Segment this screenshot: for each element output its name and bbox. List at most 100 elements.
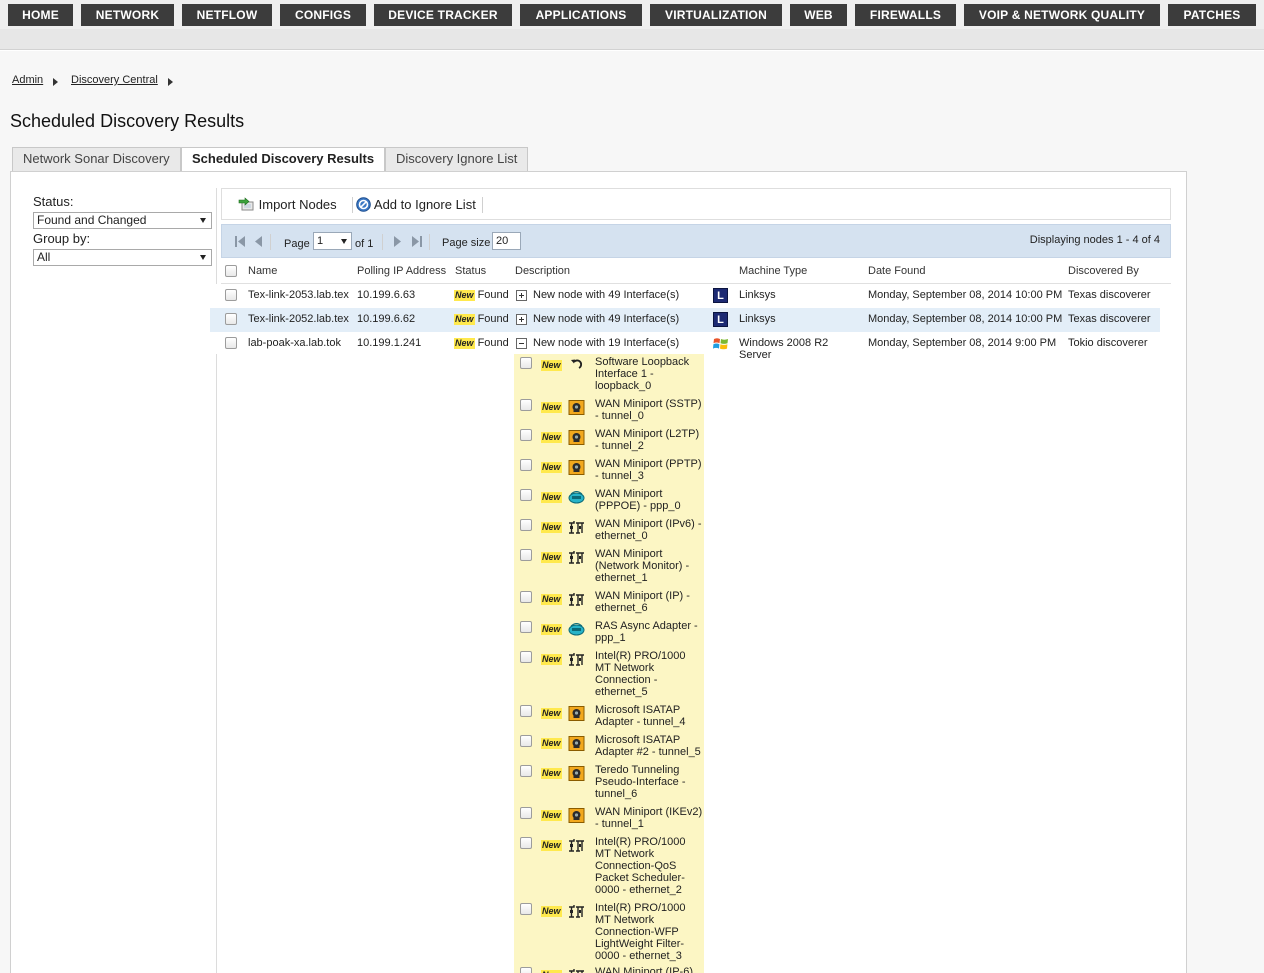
interface-item[interactable]: New Microsoft ISATAP Adapter - tunnel_4 [514,704,704,732]
interface-checkbox[interactable] [520,549,532,561]
add-to-ignore-list-button[interactable]: Add to Ignore List [356,197,476,212]
interface-item[interactable]: New WAN Miniport (SSTP) - tunnel_0 [514,398,704,426]
interface-item[interactable]: New WAN Miniport (PPTP) - tunnel_3 [514,458,704,486]
row-checkbox[interactable] [225,289,237,301]
column-description[interactable]: Description [515,265,570,277]
interface-label: WAN Miniport (IP) - ethernet_6 [595,590,690,614]
interface-checkbox[interactable] [520,519,532,531]
description: New node with 49 Interface(s) [533,289,680,301]
table-row[interactable]: Tex-link-2053.lab.tex 10.199.6.63 New Fo… [210,284,1160,308]
interface-checkbox[interactable] [520,705,532,717]
interface-item[interactable]: New WAN Miniport (IKEv2) - tunnel_1 [514,806,704,834]
polling-ip: 10.199.6.62 [357,313,416,325]
interface-checkbox[interactable] [520,591,532,603]
interface-checkbox[interactable] [520,621,532,633]
page-size-input[interactable]: 20 [492,232,521,250]
interface-checkbox[interactable] [520,903,532,915]
tunnel-icon [568,736,585,751]
ethernet-icon [568,904,585,919]
nav-network[interactable]: NETWORK [81,4,174,26]
interface-label: RAS Async Adapter - ppp_1 [595,620,698,644]
interface-checkbox[interactable] [520,357,532,369]
table-row[interactable]: lab-poak-xa.lab.tok 10.199.1.241 New Fou… [210,332,1160,361]
interface-item[interactable]: New Microsoft ISATAP Adapter #2 - tunnel_… [514,734,704,762]
nav-device-tracker[interactable]: DEVICE TRACKER [374,4,512,26]
tab-network-sonar-discovery[interactable]: Network Sonar Discovery [12,147,181,171]
interface-checkbox[interactable] [520,765,532,777]
new-badge: New [454,337,475,349]
previous-page-icon[interactable] [254,236,262,247]
group-by-select[interactable]: All [33,249,212,266]
status-select[interactable]: Found and Changed [33,212,212,229]
nav-patches[interactable]: PATCHES [1168,4,1256,26]
nav-virtualization[interactable]: VIRTUALIZATION [650,4,782,26]
interface-checkbox[interactable] [520,735,532,747]
discovered-by: Tokio discoverer [1068,337,1148,349]
column-name[interactable]: Name [248,265,277,277]
tab-discovery-ignore-list[interactable]: Discovery Ignore List [385,147,529,171]
discovered-by: Texas discoverer [1068,289,1151,301]
interface-item[interactable]: New Teredo Tunneling Pseudo-Interface - t… [514,764,704,800]
chevron-down-icon [200,255,206,260]
interface-item[interactable]: New WAN Miniport (IPv6) - ethernet_0 [514,518,704,546]
breadcrumb-discovery-central[interactable]: Discovery Central [71,74,158,86]
column-machine-type[interactable]: Machine Type [739,265,807,277]
interface-checkbox[interactable] [520,459,532,471]
toolbar-separator [352,197,353,213]
nav-configs[interactable]: CONFIGS [280,4,366,26]
page-number-input[interactable]: 1 [313,232,352,250]
collapse-icon[interactable] [516,338,527,349]
interface-item[interactable]: NewWAN Miniport (IP-6) [514,966,704,973]
interface-checkbox[interactable] [520,651,532,663]
import-nodes-button[interactable]: Import Nodes [238,197,337,212]
last-page-icon[interactable] [411,236,423,247]
next-page-icon[interactable] [394,236,402,247]
date-found: Monday, September 08, 2014 10:00 PM [868,313,1063,325]
nav-voip[interactable]: VOIP & NETWORK QUALITY [964,4,1160,26]
nav-firewalls[interactable]: FIREWALLS [855,4,956,26]
tunnel-icon [568,706,585,721]
column-polling-ip[interactable]: Polling IP Address [357,265,446,277]
status-cell: New Found [454,313,509,325]
interface-item[interactable]: New WAN Miniport (IP) - ethernet_6 [514,590,704,618]
nav-web[interactable]: WEB [790,4,847,26]
tab-scheduled-discovery-results[interactable]: Scheduled Discovery Results [181,147,386,172]
nav-applications[interactable]: APPLICATIONS [520,4,642,26]
interface-checkbox[interactable] [520,967,532,973]
tunnel-icon [568,400,585,415]
interface-label: WAN Miniport (Network Monitor) - etherne… [595,548,690,584]
new-badge: New [541,906,562,917]
nav-home[interactable]: HOME [8,4,73,26]
page-number-value: 1 [317,235,324,247]
interface-item[interactable]: New Software Loopback Interface 1 - loopb… [514,356,704,392]
select-all-checkbox[interactable] [225,265,237,277]
expand-icon[interactable] [516,314,527,325]
row-checkbox[interactable] [225,337,237,349]
interface-checkbox[interactable] [520,429,532,441]
first-page-icon[interactable] [234,236,246,247]
interface-item[interactable]: New RAS Async Adapter - ppp_1 [514,620,704,648]
table-row[interactable]: Tex-link-2052.lab.tex 10.199.6.62 New Fo… [210,308,1160,332]
new-badge: New [541,462,562,473]
nav-netflow[interactable]: NETFLOW [182,4,272,26]
ethernet-icon [568,838,585,853]
interface-checkbox[interactable] [520,489,532,501]
interface-item[interactable]: New WAN Miniport (L2TP) - tunnel_2 [514,428,704,456]
column-discovered-by[interactable]: Discovered By [1068,265,1139,277]
interface-item[interactable]: New Intel(R) PRO/1000 MT Network Connecti… [514,902,704,962]
interface-checkbox[interactable] [520,807,532,819]
description: New node with 49 Interface(s) [533,313,680,325]
breadcrumb-admin[interactable]: Admin [12,74,43,86]
interface-checkbox[interactable] [520,837,532,849]
interface-item[interactable]: New WAN Miniport (Network Monitor) - ethe… [514,548,704,584]
column-date-found[interactable]: Date Found [868,265,925,277]
expand-icon[interactable] [516,290,527,301]
interface-item[interactable]: New Intel(R) PRO/1000 MT Network Connecti… [514,650,704,698]
interface-checkbox[interactable] [520,399,532,411]
interface-item[interactable]: New WAN Miniport (PPPOE) - ppp_0 [514,488,704,516]
new-badge: New [541,360,562,371]
row-checkbox[interactable] [225,313,237,325]
column-status[interactable]: Status [455,265,486,277]
tunnel-icon [568,430,585,445]
interface-item[interactable]: New Intel(R) PRO/1000 MT Network Connecti… [514,836,704,896]
